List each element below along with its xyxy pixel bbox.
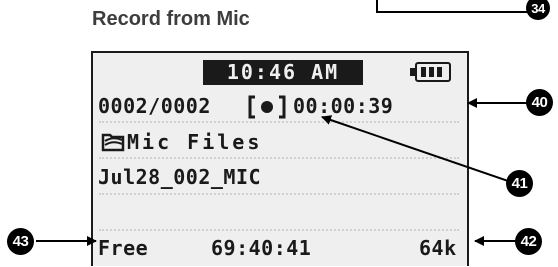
callout-badge-counter: 40 (526, 89, 553, 116)
callout-arrows (36, 98, 529, 246)
callout-badge-free: 43 (7, 228, 34, 255)
callout-badge-bitrate: 42 (515, 228, 542, 255)
callout-badge-mic: 41 (506, 170, 533, 197)
